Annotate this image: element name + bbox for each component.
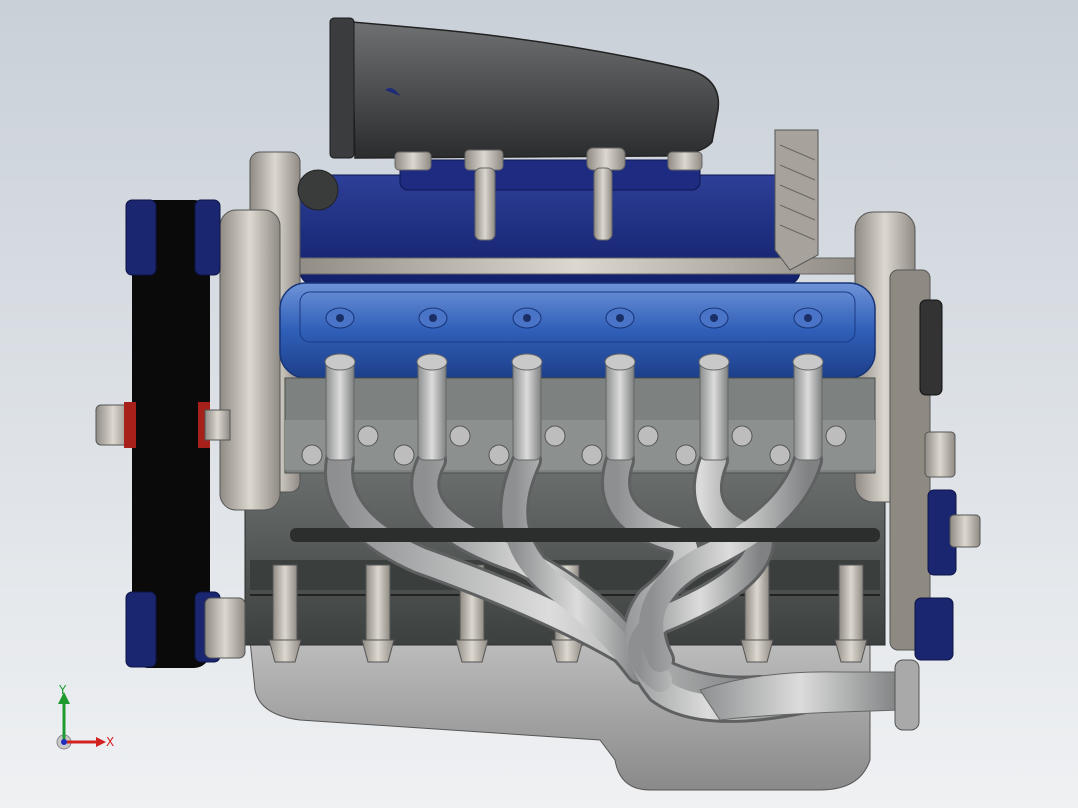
cad-viewport[interactable]: Y X — [0, 0, 1078, 808]
fuel-rail — [289, 257, 861, 275]
throttle-body — [774, 129, 819, 271]
air-scoop — [329, 17, 720, 159]
dipstick-tube — [290, 528, 880, 542]
y-axis-label: Y — [58, 683, 67, 697]
valve-cover — [279, 282, 876, 379]
coordinate-triad: Y X — [56, 683, 114, 750]
x-axis-label: X — [106, 735, 114, 749]
z-axis-dot — [61, 739, 67, 745]
engine-model[interactable] — [0, 0, 1078, 808]
x-arrowhead-icon — [96, 737, 106, 747]
